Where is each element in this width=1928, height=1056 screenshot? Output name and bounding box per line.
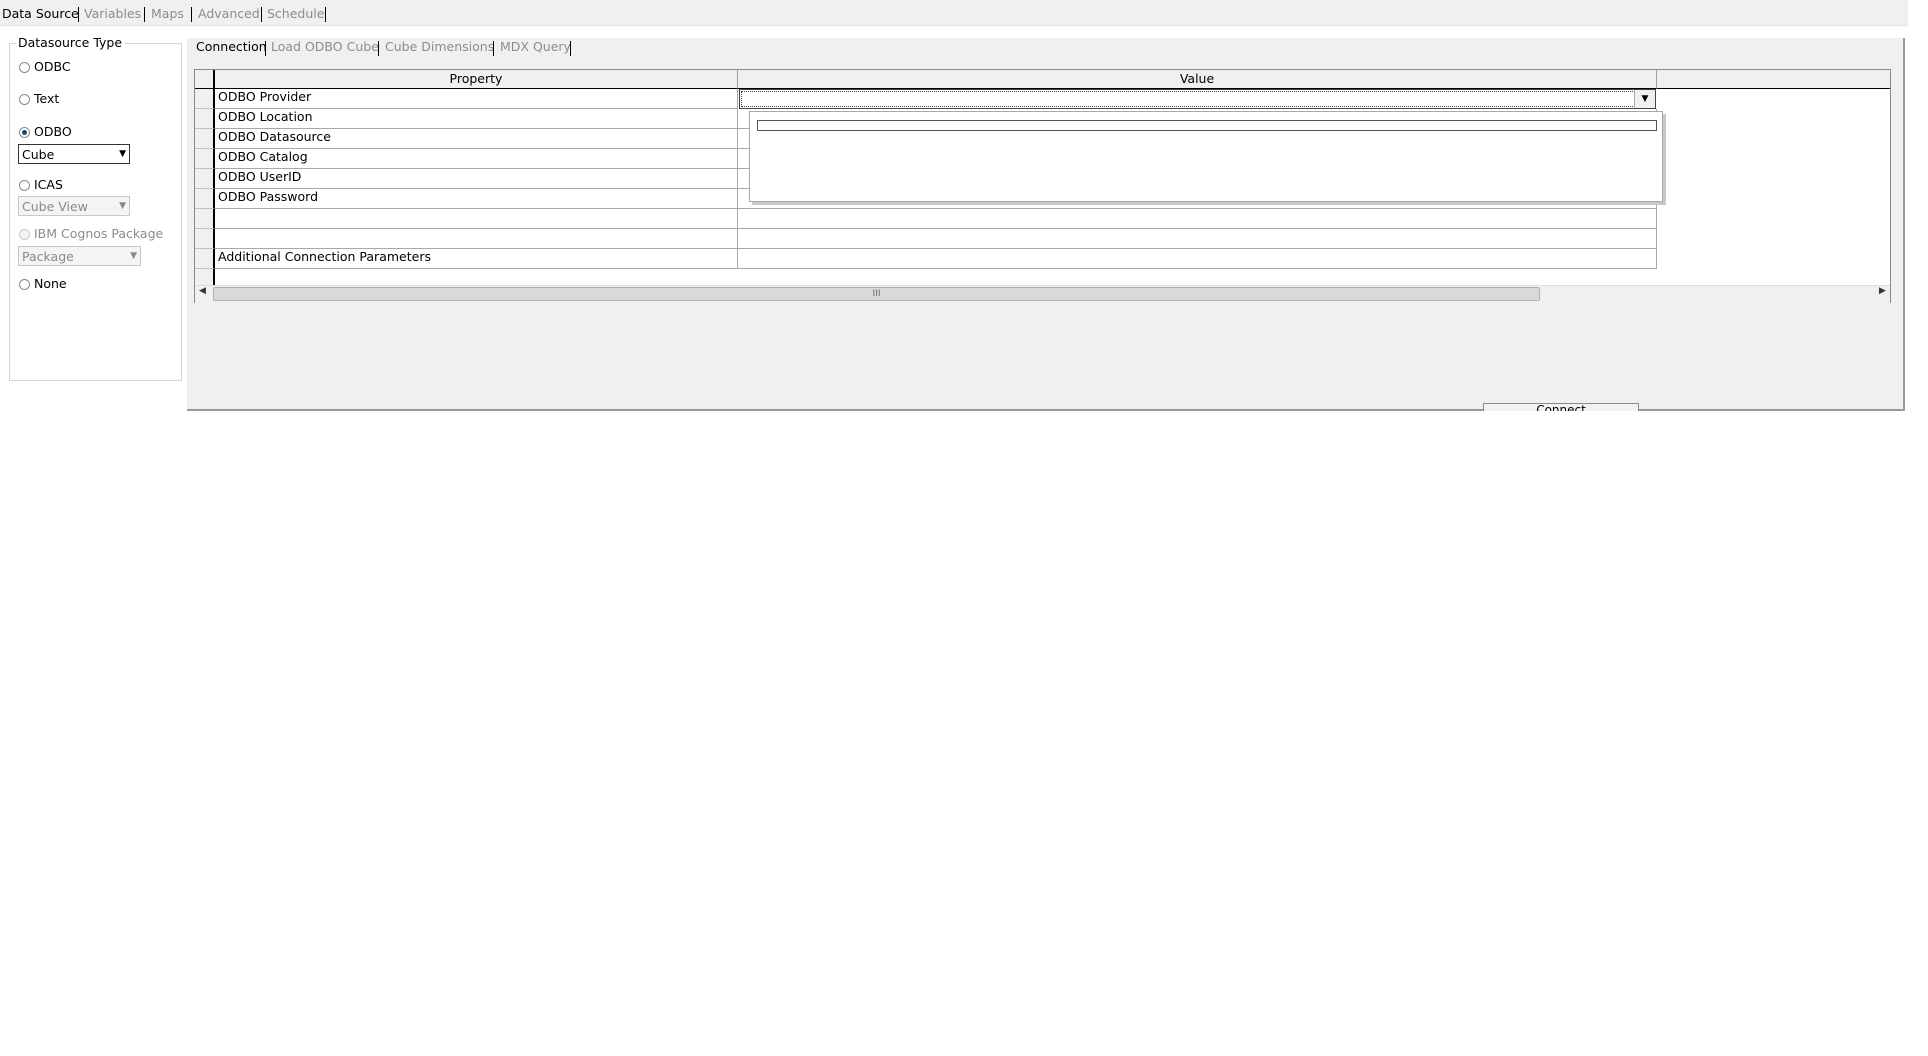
tab-advanced[interactable]: Advanced xyxy=(198,6,260,21)
row-header[interactable] xyxy=(195,129,215,149)
text-radio[interactable] xyxy=(19,94,30,105)
row-header[interactable] xyxy=(195,209,215,229)
row-header[interactable] xyxy=(195,149,215,169)
odbc-radio[interactable] xyxy=(19,62,30,73)
odbc-label[interactable]: ODBC xyxy=(34,59,71,74)
odbo-cube-combo[interactable]: Cube ▼ xyxy=(18,144,130,164)
tab-mdx-query[interactable]: MDX Query xyxy=(500,39,571,54)
chevron-down-icon[interactable]: ▼ xyxy=(1634,90,1655,108)
property-cell[interactable]: ODBO Catalog xyxy=(215,149,738,169)
arrow-right-icon[interactable]: ▶ xyxy=(1879,286,1886,296)
property-cell[interactable]: ODBO Provider xyxy=(215,89,738,109)
tab-cube-dimensions[interactable]: Cube Dimensions xyxy=(385,39,494,54)
tab-separator xyxy=(493,41,494,56)
tab-separator xyxy=(261,7,262,22)
scrollbar-thumb[interactable]: III xyxy=(213,287,1540,301)
connect-button[interactable]: Connect xyxy=(1483,403,1639,411)
value-cell[interactable] xyxy=(738,249,1657,269)
arrow-left-icon[interactable]: ◀ xyxy=(199,286,206,296)
tab-separator xyxy=(78,7,79,22)
chevron-down-icon: ▼ xyxy=(130,251,137,261)
property-cell[interactable] xyxy=(215,209,738,229)
property-cell[interactable]: ODBO Datasource xyxy=(215,129,738,149)
tab-separator xyxy=(265,41,266,56)
odbo-combo-value: Cube xyxy=(22,147,55,162)
cognos-package-label: IBM Cognos Package xyxy=(34,226,164,241)
property-cell[interactable] xyxy=(215,229,738,249)
tab-separator xyxy=(570,41,571,56)
chevron-down-icon: ▼ xyxy=(119,201,126,211)
property-cell[interactable]: Additional Connection Parameters xyxy=(215,249,738,269)
row-header xyxy=(195,269,215,285)
main-tab-bar: Data Source Variables Maps Advanced Sche… xyxy=(0,0,1908,26)
column-header-value[interactable]: Value xyxy=(738,70,1657,89)
datasource-type-legend: Datasource Type xyxy=(16,35,125,50)
odbo-label[interactable]: ODBO xyxy=(34,124,72,139)
cognos-combo-value: Package xyxy=(22,249,74,264)
column-header-property[interactable]: Property xyxy=(215,70,738,89)
odbo-provider-input[interactable] xyxy=(741,91,1635,107)
icas-cube-view-combo: Cube View ▼ xyxy=(18,196,130,216)
tab-load-odbo-cube[interactable]: Load ODBO Cube xyxy=(271,39,379,54)
row-header[interactable] xyxy=(195,109,215,129)
property-cell[interactable]: ODBO Location xyxy=(215,109,738,129)
odbo-provider-dropdown-list[interactable] xyxy=(749,111,1663,202)
row-header[interactable] xyxy=(195,229,215,249)
tab-separator xyxy=(325,7,326,22)
text-label[interactable]: Text xyxy=(34,91,59,106)
window-clip xyxy=(1483,411,1643,419)
tab-schedule[interactable]: Schedule xyxy=(267,6,324,21)
scroll-grip-icon: III xyxy=(872,289,881,299)
grid-corner xyxy=(195,70,215,89)
tab-maps[interactable]: Maps xyxy=(151,6,184,21)
odbo-radio[interactable] xyxy=(19,127,30,138)
value-cell[interactable] xyxy=(738,229,1657,249)
none-radio[interactable] xyxy=(19,279,30,290)
tab-connection[interactable]: Connection xyxy=(196,39,267,54)
tab-data-source[interactable]: Data Source xyxy=(2,6,79,21)
cognos-package-combo: Package ▼ xyxy=(18,246,141,266)
column-header-filler xyxy=(1657,70,1890,89)
tab-separator xyxy=(378,41,379,56)
tab-variables[interactable]: Variables xyxy=(84,6,141,21)
odbo-provider-combo[interactable]: ▼ xyxy=(739,89,1656,109)
row-header[interactable] xyxy=(195,169,215,189)
icas-combo-value: Cube View xyxy=(22,199,88,214)
chevron-down-icon: ▼ xyxy=(119,149,126,159)
row-header[interactable] xyxy=(195,89,215,109)
cognos-package-radio xyxy=(19,229,30,240)
property-cell[interactable]: ODBO UserID xyxy=(215,169,738,189)
tab-separator xyxy=(191,7,192,22)
icas-radio[interactable] xyxy=(19,180,30,191)
value-cell[interactable] xyxy=(738,209,1657,229)
icas-label[interactable]: ICAS xyxy=(34,177,63,192)
connect-button-label: Connect xyxy=(1536,403,1586,411)
tab-separator xyxy=(144,7,145,22)
row-header[interactable] xyxy=(195,249,215,269)
dropdown-list-item[interactable] xyxy=(757,120,1657,131)
none-label[interactable]: None xyxy=(34,276,67,291)
row-header[interactable] xyxy=(195,189,215,209)
property-cell[interactable]: ODBO Password xyxy=(215,189,738,209)
